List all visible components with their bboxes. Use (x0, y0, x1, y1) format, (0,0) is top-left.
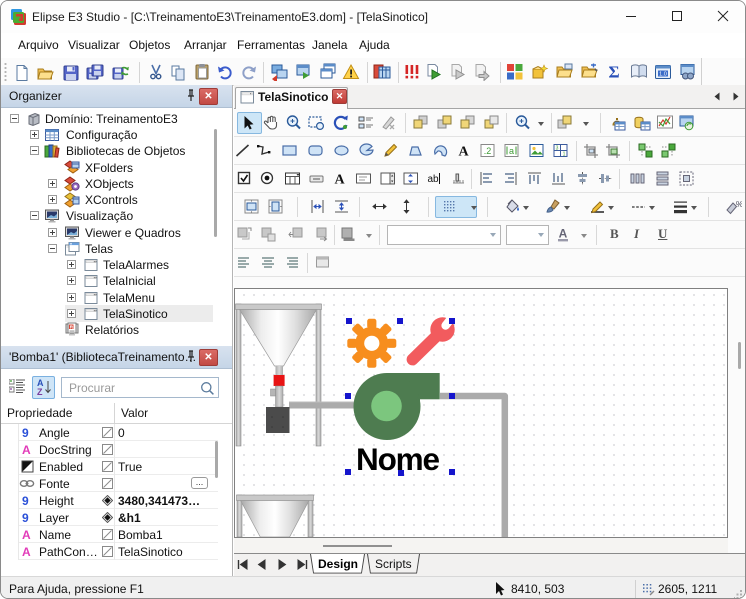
svg-text:A: A (334, 173, 345, 188)
svg-text:A: A (559, 227, 568, 241)
svg-text:3: 3 (556, 146, 559, 152)
svg-text:%: % (736, 200, 742, 209)
svg-text:1.0: 1.0 (659, 72, 667, 78)
svg-text:.2: .2 (484, 146, 492, 156)
svg-text:Σ: Σ (608, 63, 619, 81)
svg-text:A: A (458, 145, 469, 160)
svg-text:a: a (509, 146, 514, 156)
svg-text:Z: Z (37, 387, 43, 397)
svg-text:ab: ab (427, 174, 439, 185)
svg-text:1: 1 (563, 152, 566, 158)
